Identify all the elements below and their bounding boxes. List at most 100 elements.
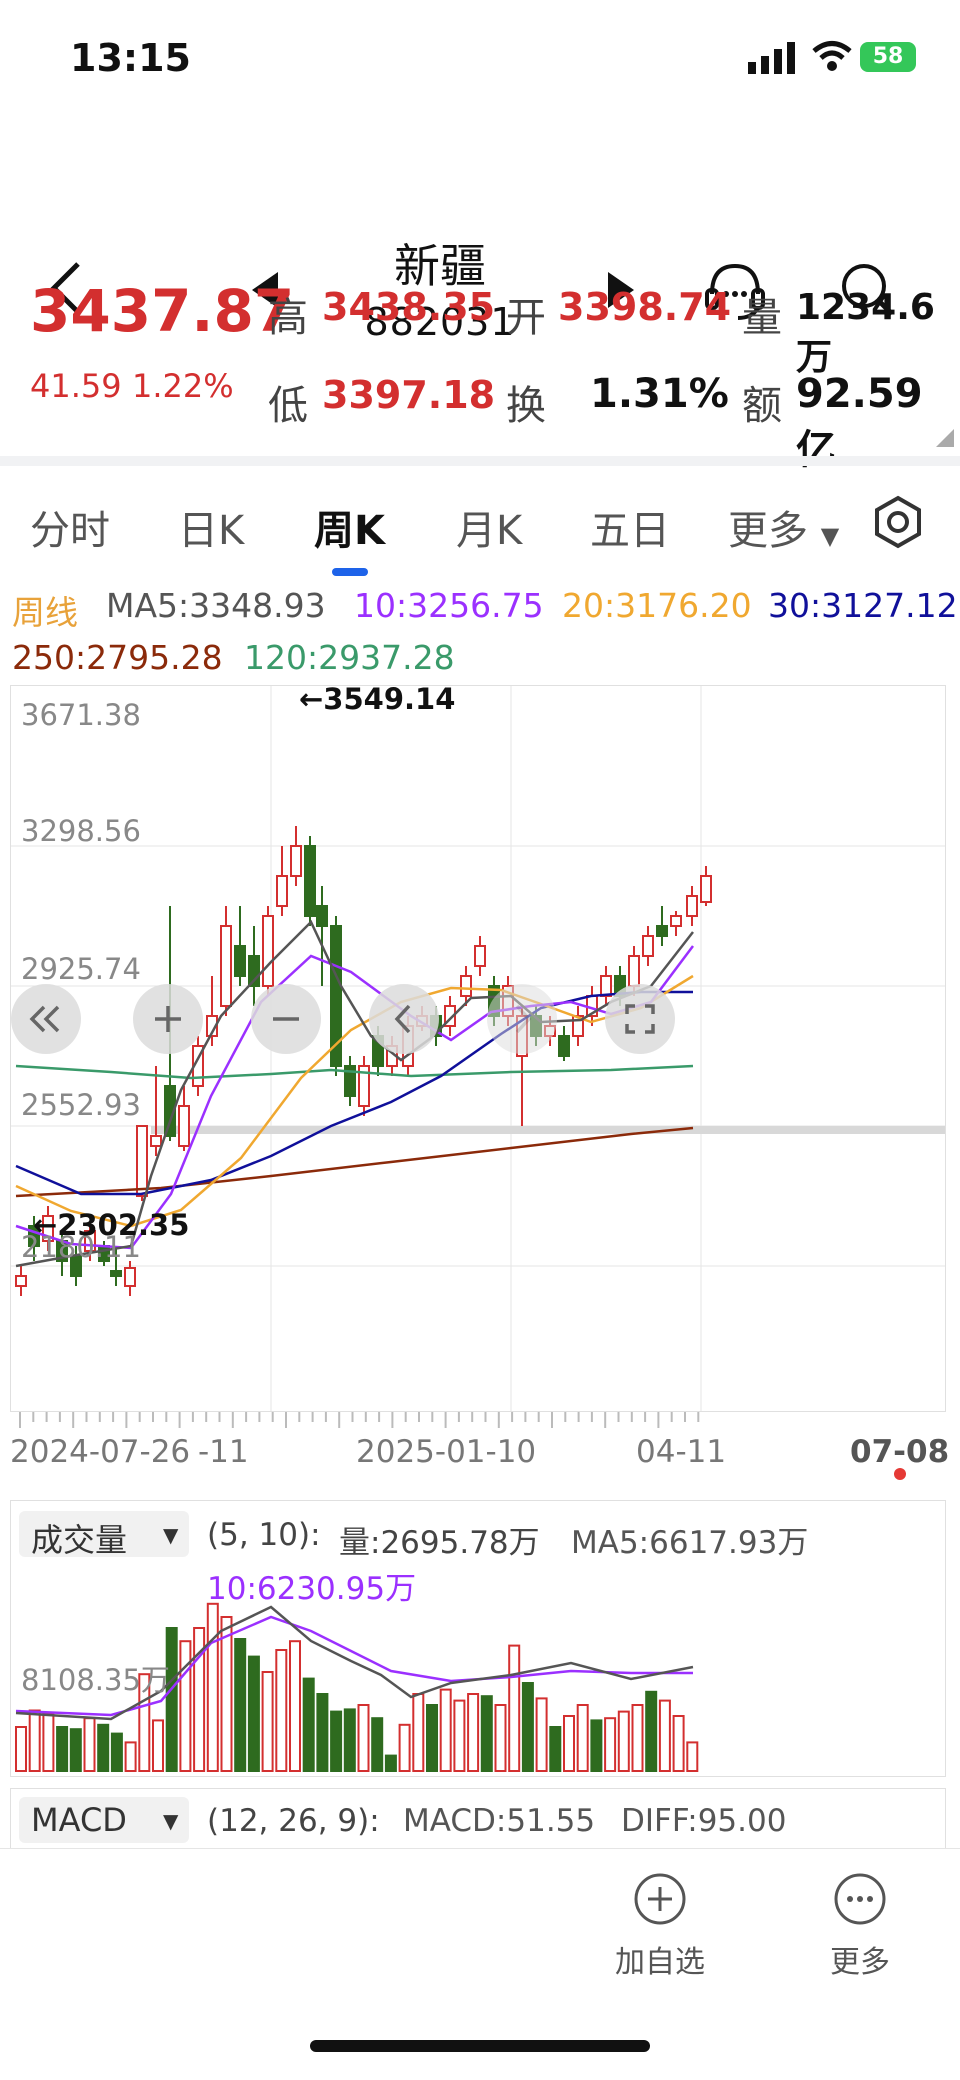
volume-bar (453, 1699, 466, 1773)
volume-bar (56, 1726, 69, 1772)
battery-icon: 58 (860, 42, 916, 72)
candle-body (700, 875, 712, 903)
volume-bar (110, 1732, 123, 1773)
price-change: 41.59 (30, 367, 122, 405)
ma250-line (15, 1126, 694, 1198)
tab-more[interactable]: 更多 ▼ (728, 498, 839, 556)
volume-bar (672, 1715, 685, 1772)
volume-bar (549, 1726, 562, 1772)
candle-body (150, 1135, 162, 1147)
scroll-left-button[interactable] (369, 984, 439, 1054)
volume-selector[interactable]: 成交量 ▼ (19, 1511, 189, 1559)
scroll-right-button[interactable] (487, 984, 557, 1054)
volume-bar (480, 1695, 493, 1772)
home-indicator (310, 2040, 650, 2052)
volume-bar (69, 1728, 82, 1772)
tab-monthly-k[interactable]: 月K (456, 498, 522, 556)
more-circle-icon (834, 1873, 886, 1925)
volume-bar (617, 1710, 630, 1773)
ma10-value: 10:3256.75 (354, 586, 544, 625)
candle-body (220, 925, 232, 1007)
volume-bar (467, 1693, 480, 1772)
divider (0, 456, 960, 466)
volume-bar (165, 1627, 178, 1772)
volume-bar (398, 1723, 411, 1773)
volume-params: (5, 10): (207, 1517, 321, 1553)
candle-body (460, 975, 472, 997)
candle-body (178, 1105, 190, 1147)
volume-bar (275, 1649, 288, 1772)
volume-bar (371, 1717, 384, 1772)
tab-weekly-k[interactable]: 周K (314, 498, 385, 556)
volume-bar (563, 1715, 575, 1772)
volume-bar (330, 1710, 343, 1773)
volume-bar (384, 1754, 397, 1773)
ma20-value: 20:3176.20 (562, 586, 752, 625)
zoom-out-button[interactable] (251, 984, 321, 1054)
volume-bar (261, 1671, 274, 1772)
volume-bar (521, 1682, 534, 1772)
volume-bar (179, 1640, 192, 1772)
candle-body (670, 915, 682, 927)
macd-value: MACD:51.55 (403, 1803, 596, 1839)
volume-bar (289, 1640, 301, 1772)
volume-bar (686, 1741, 699, 1772)
macd-params: (12, 26, 9): (207, 1803, 380, 1839)
macd-selector[interactable]: MACD ▼ (19, 1797, 189, 1843)
open-value: 3398.74 (558, 285, 732, 329)
diff-value: DIFF:95.00 (621, 1803, 787, 1839)
candle-body (558, 1035, 570, 1057)
low-label: 低 (268, 383, 308, 429)
volume-bar (316, 1693, 329, 1772)
x-label-1: 2024-07-26 (10, 1434, 191, 1470)
nav-bar: 新疆 882031 (0, 110, 960, 344)
volume-chart[interactable]: 成交量 ▼ (5, 10): 量:2695.78万 MA5:6617.93万 1… (10, 1500, 946, 1777)
volume-ma5-label: MA5:6617.93万 (571, 1525, 809, 1561)
more-button[interactable]: 更多 (800, 1871, 920, 1991)
candle-body (656, 925, 668, 937)
volume-bar (645, 1690, 658, 1772)
current-price: 3437.87 (30, 277, 295, 345)
zoom-in-icon (155, 1006, 181, 1032)
kline-chart[interactable]: 3671.38 3298.56 2925.74 2552.93 2180.11 … (10, 682, 946, 1412)
volume-bar (658, 1699, 671, 1773)
volume-bar (343, 1708, 356, 1772)
ma-period-label: 周线 (12, 593, 78, 632)
price-change-pct: 1.22% (132, 367, 234, 405)
add-watchlist-button[interactable]: 加自选 (600, 1871, 720, 1991)
candle-body (15, 1275, 27, 1287)
x-label-3: 2025-01-10 (356, 1434, 537, 1470)
volume-value: 1234.6万 (796, 287, 935, 378)
volume-bar (15, 1726, 27, 1772)
y-label-4: 2552.93 (21, 1088, 141, 1122)
macd-panel[interactable]: MACD ▼ (12, 26, 9): MACD:51.55 DIFF:95.0… (10, 1788, 946, 1849)
volume-bar (494, 1704, 507, 1772)
volume-bar (124, 1741, 137, 1772)
left-icon (394, 1004, 411, 1034)
candle-body (110, 1270, 122, 1277)
fullscreen-button[interactable] (605, 984, 675, 1054)
candle-body (304, 845, 316, 917)
volume-bar (412, 1693, 425, 1772)
tab-five-day[interactable]: 五日 (590, 498, 670, 556)
volume-bar (42, 1712, 55, 1773)
zoom-in-button[interactable] (133, 984, 203, 1054)
y-label-3: 2925.74 (21, 952, 141, 986)
volume-bar (631, 1704, 644, 1772)
x-label-4: 04-11 (636, 1434, 727, 1470)
volume-ma10-label: 10:6230.95万 (207, 1571, 417, 1607)
volume-bar (357, 1704, 370, 1772)
wifi-icon (812, 41, 852, 71)
tab-daily-k[interactable]: 日K (178, 498, 244, 556)
low-value: 3397.18 (322, 373, 496, 417)
high-label: 高 (268, 295, 308, 341)
volume-bar (28, 1709, 41, 1772)
volume-bar (152, 1719, 164, 1772)
quote-panel: 3437.87 41.59 1.22% 高 3438.35 开 3398.74 … (0, 255, 960, 473)
volume-bar (439, 1688, 452, 1773)
settings-icon[interactable] (870, 494, 926, 550)
scroll-start-button[interactable] (11, 984, 81, 1054)
candle-body (316, 905, 328, 927)
volume-bar (247, 1655, 260, 1773)
tab-intraday[interactable]: 分时 (30, 498, 110, 556)
